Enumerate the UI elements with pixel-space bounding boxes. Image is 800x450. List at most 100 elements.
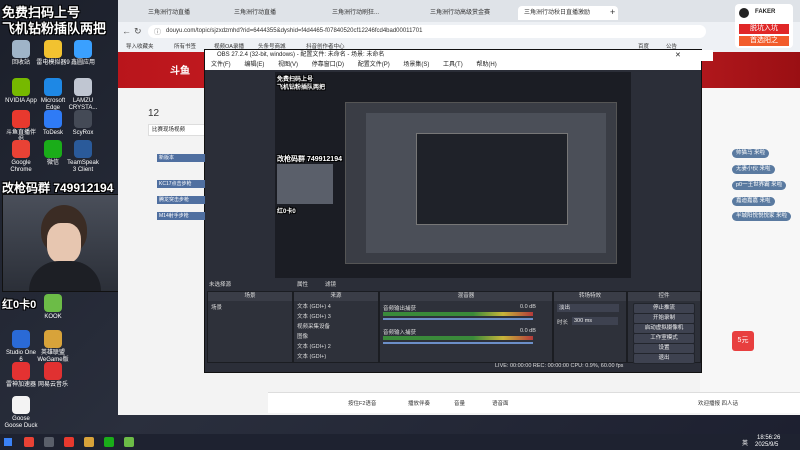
obs-statusbar: LIVE: 00:00:00 REC: 00:00:00 CPU: 0.9%, … [495, 363, 624, 369]
bookmark-all[interactable]: 所有书签 [174, 42, 196, 50]
room-toolbar: 按住F2语音 播放伴奏 音量 语音面 欢迎播报 四人话 [268, 392, 800, 413]
browser-tab-2[interactable]: 三角洲行动直播 [228, 6, 324, 20]
nav-badge: FAKER [755, 9, 776, 15]
scene-item[interactable]: 场景 [208, 301, 292, 313]
taskbar-douyu-icon[interactable] [64, 437, 74, 447]
panda-icon [739, 8, 749, 18]
app-icon [44, 78, 62, 96]
desktop-icon[interactable]: Google Chrome [4, 140, 38, 174]
volume-button[interactable]: 音量 [454, 399, 465, 407]
desktop-icon[interactable]: 英雄联盟 WeGame版 [36, 330, 70, 364]
menu-scene-collection[interactable]: 场景集(S) [403, 62, 429, 68]
source-item[interactable]: 文本 (GDI+) 2 [294, 341, 378, 351]
desktop-icon-label: NVIDIA App [5, 98, 37, 104]
taskbar-chrome-icon[interactable] [24, 437, 34, 447]
desktop-icon[interactable]: 回收站 [4, 40, 38, 67]
desktop-icon[interactable]: 微信 [36, 140, 70, 167]
menu-view[interactable]: 视图(V) [278, 62, 298, 68]
menu-file[interactable]: 文件(F) [211, 62, 231, 68]
menu-help[interactable]: 帮助(H) [476, 62, 496, 68]
preview-nested-obs [366, 113, 606, 253]
bookmark-import[interactable]: 导入收藏夹 [126, 42, 154, 50]
desktop-icon[interactable]: 鑫圆应用 [66, 40, 100, 67]
taskbar-time[interactable]: 18:56:26 [757, 435, 780, 441]
douyu-logo[interactable]: 斗鱼 [170, 62, 190, 77]
desktop-icon[interactable]: ToDesk [36, 110, 70, 137]
browser-tab-1[interactable]: 三角洲行动直播 [142, 6, 234, 20]
back-button[interactable]: ← [122, 26, 131, 36]
desktop-icon[interactable]: Goose Goose Duck [4, 396, 38, 430]
properties-button[interactable]: 属性 [297, 280, 308, 288]
address-bar[interactable]: douyu.com/topic/sjzxdzmhd?rid=6444355&dy… [148, 25, 706, 38]
menu-tools[interactable]: 工具(T) [443, 62, 463, 68]
browser-tab-4[interactable]: 三角洲行动高级赏金赛 [424, 6, 516, 20]
desktop-icon[interactable]: Microsoft Edge [36, 78, 70, 112]
filters-button[interactable]: 滤镜 [325, 280, 336, 288]
sources-dock: 来源 文本 (GDI+) 4 文本 (GDI+) 3 视频采集设备 图像 文本 (GDI… [293, 291, 379, 363]
mixer-track-2-db: 0.0 dB [520, 328, 536, 334]
desktop-icon-label: 微信 [46, 160, 59, 166]
comment-label: 比赛现场视频 [148, 124, 209, 136]
source-item[interactable]: 文本 (GDI+) 4 [294, 301, 378, 311]
desktop-icon[interactable]: 网易云音乐 [36, 362, 70, 389]
exit-button[interactable]: 退出 [633, 353, 695, 364]
promo-top-text[interactable]: 脱坑入坑 [739, 24, 789, 34]
preview-overlay-2: 飞机钻粉插队两把 [277, 85, 326, 91]
mixer-track-1-slider[interactable] [383, 318, 533, 320]
desktop-icon-label: Google Chrome [10, 160, 32, 173]
source-item[interactable]: 文本 (GDI+) [294, 351, 378, 361]
obs-preview[interactable]: 免费扫码上号 飞机钻粉插队两把 改枪码群 749912194 红0卡0 [275, 72, 631, 278]
browser-tab-3[interactable]: 三角洲行动刷狂... [326, 6, 422, 20]
desktop-icon[interactable]: 雷电模拟器9 [36, 40, 70, 67]
duration-input[interactable]: 300 ms [572, 317, 618, 325]
new-tab-button[interactable]: + [610, 7, 615, 17]
obs-close-icon[interactable]: ✕ [675, 51, 681, 59]
app-icon [74, 140, 92, 158]
duration-label: 时长 [557, 320, 569, 326]
desktop-icon[interactable]: 雷神加速器 [4, 362, 38, 389]
app-icon [44, 40, 62, 58]
source-item[interactable]: 图像 [294, 331, 378, 341]
source-toolbar: 未选择源 属性 滤镜 [205, 280, 701, 288]
taskbar-wechat-icon[interactable] [104, 437, 114, 447]
app-icon [12, 330, 30, 348]
overlay-line-2: 飞机钻粉插队两把 [2, 21, 107, 36]
app-icon [12, 140, 30, 158]
taskbar-obs-icon[interactable] [44, 437, 54, 447]
desktop-icon[interactable]: LAMZU CRYSTA... [66, 78, 100, 112]
voice-button[interactable]: 按住F2语音 [348, 399, 376, 407]
desktop-icon-label: ToDesk [42, 130, 63, 136]
obs-title: OBS 27.2.4 (32-bit, windows) - 配置文件: 未命名… [205, 50, 713, 61]
mixer-track-1-db: 0.0 dB [520, 304, 536, 310]
menu-profile[interactable]: 配置文件(P) [358, 62, 390, 68]
browser-tab-5[interactable]: 三角洲行动秋日直播激励 [518, 6, 618, 20]
site-info-icon[interactable]: ⓘ [154, 27, 161, 37]
overlay-line-4: 红0卡0 [2, 299, 37, 311]
ime-indicator[interactable]: 英 [742, 438, 748, 447]
voice-panel-button[interactable]: 语音面 [492, 399, 509, 407]
taskbar-kook-icon[interactable] [124, 437, 134, 447]
gift-badge[interactable]: 5元 [732, 331, 754, 351]
desktop-icon[interactable]: 斗鱼直播伴侣 [4, 110, 38, 144]
refresh-button[interactable]: ↻ [134, 26, 142, 37]
promo-bottom-text[interactable]: 首选阳之 [739, 36, 789, 46]
desktop-icon[interactable]: Studio One 6 [4, 330, 38, 364]
desktop-icon[interactable]: KOOK [36, 294, 70, 321]
app-icon [74, 40, 92, 58]
desktop-icon[interactable]: NVIDIA App [4, 78, 38, 105]
taskbar-game-icon[interactable] [84, 437, 94, 447]
source-item[interactable]: 视频采集设备 [294, 321, 378, 331]
source-item[interactable]: 文本 (GDI+) 3 [294, 311, 378, 321]
accompaniment-button[interactable]: 播放伴奏 [408, 399, 430, 407]
mixer-track-2-slider[interactable] [383, 342, 533, 344]
preview-chat-4: M14射手步枪 [157, 212, 205, 220]
menu-dock[interactable]: 停靠窗口(D) [312, 62, 344, 68]
desktop-icon-label: 鑫圆应用 [70, 60, 95, 66]
taskbar-date[interactable]: 2025/9/5 [755, 442, 778, 448]
app-icon [12, 78, 30, 96]
menu-edit[interactable]: 编辑(E) [244, 62, 264, 68]
start-windows-icon[interactable] [4, 438, 12, 446]
desktop-icon[interactable]: ScyRox [66, 110, 100, 137]
transition-select[interactable]: 淡出 [557, 304, 619, 312]
desktop-icon[interactable]: TeamSpeak 3 Client [66, 140, 100, 174]
